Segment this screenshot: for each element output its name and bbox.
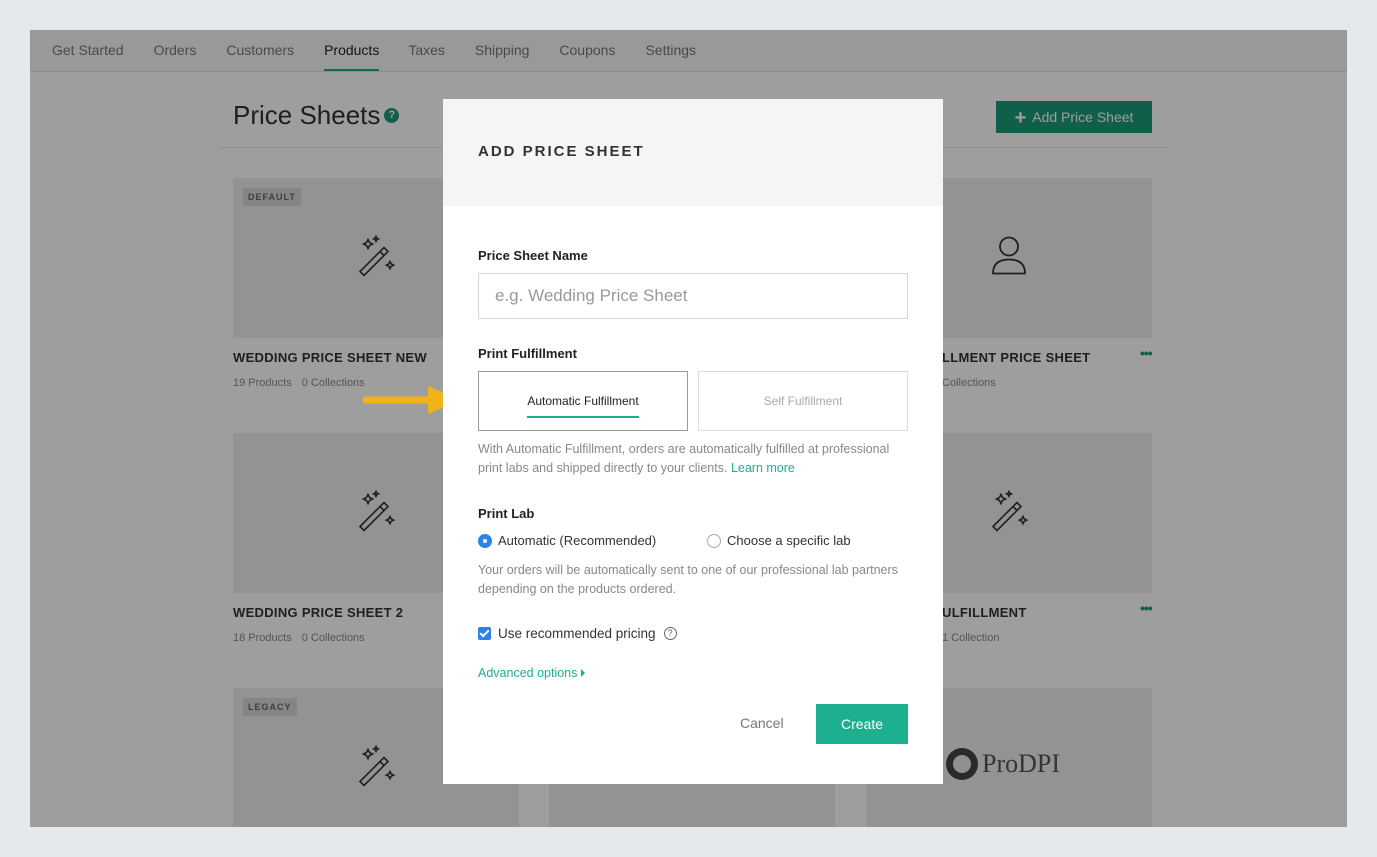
lab-description: Your orders will be automatically sent t… [478, 563, 898, 596]
lab-option-specific[interactable]: Choose a specific lab [707, 533, 851, 548]
automatic-fulfillment-label: Automatic Fulfillment [527, 394, 640, 418]
lab-option-automatic[interactable]: Automatic (Recommended) [478, 533, 656, 548]
caret-right-icon [581, 669, 586, 677]
modal-title: ADD PRICE SHEET [478, 143, 645, 160]
learn-more-link[interactable]: Learn more [731, 461, 795, 475]
radio-unselected-icon[interactable] [707, 533, 721, 548]
fulfillment-description-text: With Automatic Fulfillment, orders are a… [478, 442, 890, 475]
recommended-pricing-checkbox-row[interactable]: Use recommended pricing? [478, 626, 677, 641]
create-button[interactable]: Create [816, 704, 908, 744]
advanced-options-label: Advanced options [478, 666, 578, 680]
fulfillment-description: With Automatic Fulfillment, orders are a… [478, 440, 908, 478]
modal-header: ADD PRICE SHEET [443, 99, 943, 206]
add-price-sheet-modal: ADD PRICE SHEET Price Sheet Name Print F… [443, 99, 943, 784]
price-sheet-name-label: Price Sheet Name [478, 248, 588, 263]
advanced-options-link[interactable]: Advanced options [478, 666, 586, 680]
recommended-pricing-label: Use recommended pricing [498, 626, 656, 641]
lab-option-specific-label: Choose a specific lab [727, 533, 851, 548]
print-fulfillment-label: Print Fulfillment [478, 346, 577, 361]
cancel-button[interactable]: Cancel [740, 715, 784, 731]
self-fulfillment-option[interactable]: Self Fulfillment [698, 371, 908, 431]
lab-option-automatic-label: Automatic (Recommended) [498, 533, 657, 548]
radio-selected-icon[interactable] [478, 533, 492, 548]
question-circle-icon[interactable]: ? [663, 627, 677, 640]
automatic-fulfillment-option[interactable]: Automatic Fulfillment [478, 371, 688, 431]
checkbox-checked-icon[interactable] [478, 627, 491, 640]
print-lab-label: Print Lab [478, 506, 535, 521]
price-sheet-name-input[interactable] [478, 273, 908, 319]
